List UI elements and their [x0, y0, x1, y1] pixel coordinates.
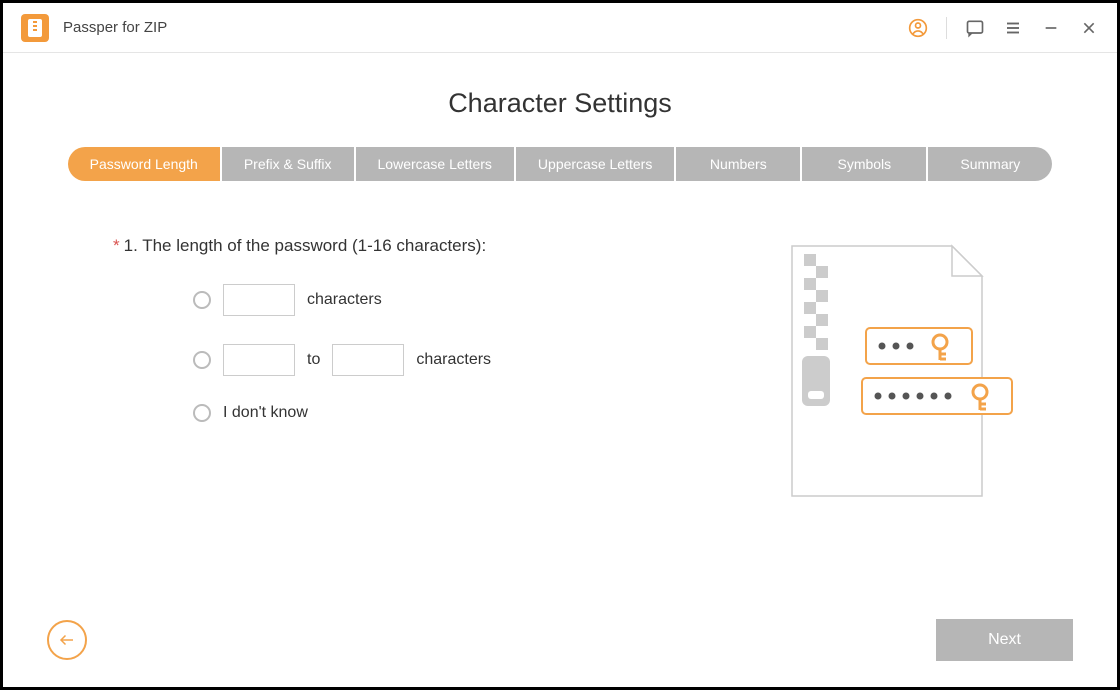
range-joiner: to [307, 351, 320, 369]
titlebar-left: Passper for ZIP [21, 14, 167, 42]
back-button[interactable] [47, 620, 87, 660]
arrow-left-icon [58, 631, 76, 649]
zip-icon [28, 19, 42, 37]
tab-uppercase[interactable]: Uppercase Letters [516, 147, 674, 181]
tab-summary[interactable]: Summary [928, 147, 1052, 181]
unknown-label: I don't know [223, 404, 308, 422]
question: *1. The length of the password (1-16 cha… [113, 236, 722, 256]
content-row: *1. The length of the password (1-16 cha… [58, 236, 1062, 511]
titlebar-right [908, 17, 1099, 39]
bottom-bar: Next [47, 619, 1073, 661]
feedback-icon[interactable] [965, 18, 985, 38]
exact-suffix: characters [307, 291, 382, 309]
next-button[interactable]: Next [936, 619, 1073, 661]
app-title: Passper for ZIP [63, 19, 167, 36]
radio-exact[interactable] [193, 291, 211, 309]
tab-numbers[interactable]: Numbers [676, 147, 800, 181]
menu-icon[interactable] [1003, 18, 1023, 38]
tab-password-length[interactable]: Password Length [68, 147, 220, 181]
titlebar: Passper for ZIP [3, 3, 1117, 53]
tab-prefix-suffix[interactable]: Prefix & Suffix [222, 147, 354, 181]
main-content: Character Settings Password Length Prefi… [3, 53, 1117, 511]
zip-file-illustration-icon [782, 236, 1022, 506]
required-marker: * [113, 236, 120, 255]
exact-length-input[interactable] [223, 284, 295, 316]
close-icon[interactable] [1079, 18, 1099, 38]
tabs: Password Length Prefix & Suffix Lowercas… [68, 147, 1053, 181]
range-suffix: characters [416, 351, 491, 369]
page-title: Character Settings [58, 88, 1062, 119]
options-list: characters to characters I don't know [113, 284, 722, 422]
tab-lowercase[interactable]: Lowercase Letters [356, 147, 514, 181]
user-account-icon[interactable] [908, 18, 928, 38]
illustration [782, 236, 1042, 511]
tab-symbols[interactable]: Symbols [802, 147, 926, 181]
titlebar-divider [946, 17, 947, 39]
option-exact: characters [193, 284, 722, 316]
radio-range[interactable] [193, 351, 211, 369]
question-text: 1. The length of the password (1-16 char… [124, 236, 487, 255]
minimize-icon[interactable] [1041, 18, 1061, 38]
option-unknown: I don't know [193, 404, 722, 422]
option-range: to characters [193, 344, 722, 376]
form-area: *1. The length of the password (1-16 cha… [113, 236, 722, 511]
range-from-input[interactable] [223, 344, 295, 376]
app-logo [21, 14, 49, 42]
radio-unknown[interactable] [193, 404, 211, 422]
range-to-input[interactable] [332, 344, 404, 376]
